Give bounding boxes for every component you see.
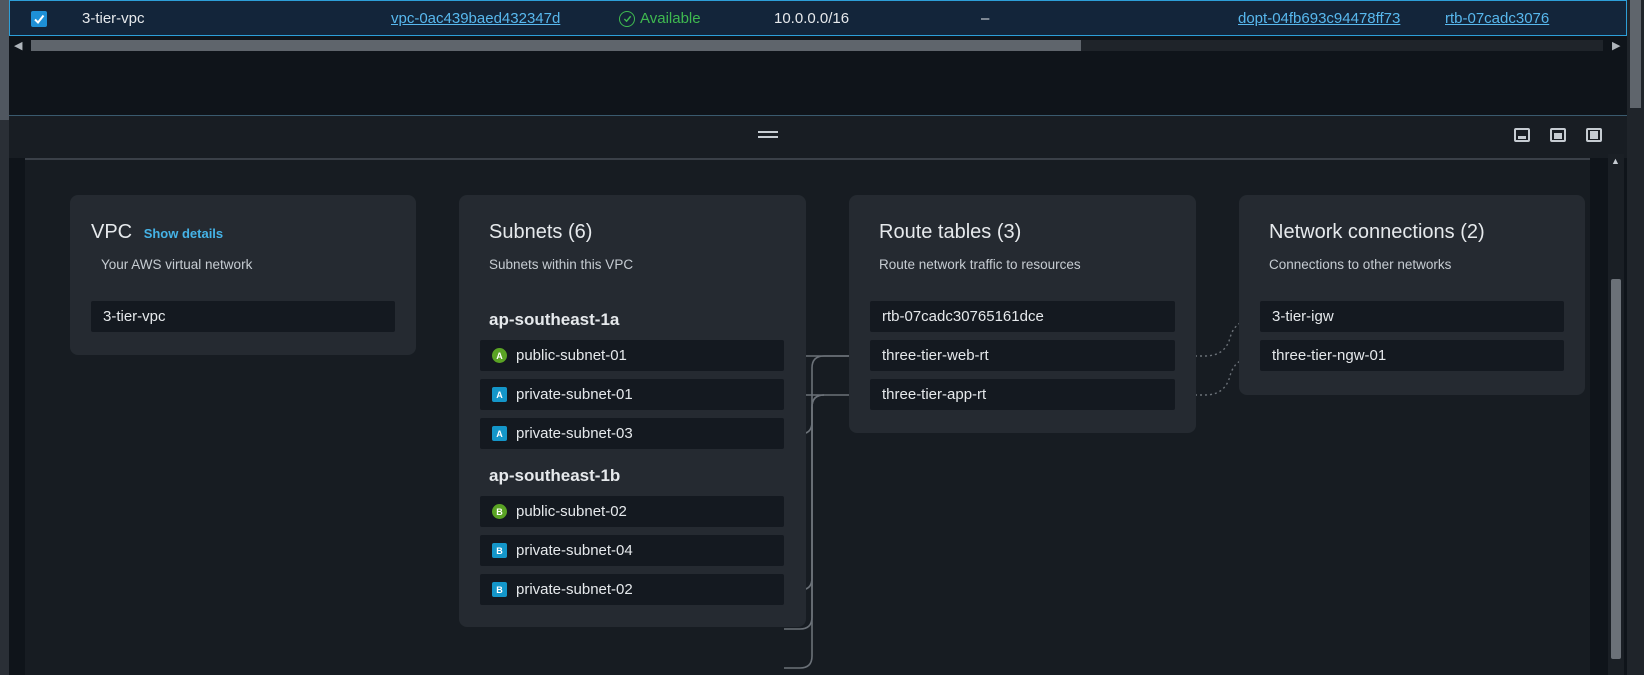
panel-split-icon[interactable] xyxy=(1550,128,1566,142)
panel-minimize-icon[interactable] xyxy=(1514,128,1530,142)
scroll-right-icon[interactable]: ▶ xyxy=(1612,39,1620,52)
zone-title: ap-southeast-1b xyxy=(489,466,621,485)
subnet-item-private-subnet-04[interactable]: B private-subnet-04 xyxy=(480,535,784,566)
vpc-card-subtitle: Your AWS virtual network xyxy=(101,257,253,272)
subnet-name: public-subnet-01 xyxy=(516,347,627,364)
right-scrollbar-thumb[interactable] xyxy=(1630,0,1641,108)
vpc-card-title: VPC Show details xyxy=(91,221,223,244)
vpc-id-link[interactable]: vpc-0ac439baed432347d xyxy=(391,10,560,27)
route-tables-card-subtitle: Route network traffic to resources xyxy=(879,257,1081,272)
subnet-item-private-subnet-03[interactable]: A private-subnet-03 xyxy=(480,418,784,449)
subnet-item-private-subnet-02[interactable]: B private-subnet-02 xyxy=(480,574,784,605)
table-row[interactable]: 3-tier-vpc vpc-0ac439baed432347d Availab… xyxy=(9,0,1627,36)
subnet-name: public-subnet-02 xyxy=(516,503,627,520)
scroll-up-icon[interactable]: ▲ xyxy=(1611,156,1620,166)
route-table-item[interactable]: rtb-07cadc30765161dce xyxy=(870,301,1175,332)
network-connections-card-title: Network connections (2) xyxy=(1269,221,1485,243)
vpc-console: 3-tier-vpc vpc-0ac439baed432347d Availab… xyxy=(0,0,1644,675)
available-check-icon xyxy=(619,10,635,27)
route-table-link[interactable]: rtb-07cadc3076 xyxy=(1445,10,1549,27)
subnet-item-public-subnet-01[interactable]: A public-subnet-01 xyxy=(480,340,784,371)
map-scroll-thumb[interactable] xyxy=(1611,279,1621,659)
cidr-cell: 10.0.0.0/16 xyxy=(774,10,850,27)
ipv6-cell: – xyxy=(981,10,990,27)
vpc-name-cell: 3-tier-vpc xyxy=(82,10,145,27)
vpc-card: VPC Show details Your AWS virtual networ… xyxy=(70,195,416,355)
network-connections-card-subtitle: Connections to other networks xyxy=(1269,257,1452,272)
subnet-name: private-subnet-04 xyxy=(516,542,633,559)
right-scrollbar[interactable] xyxy=(1627,0,1644,675)
horizontal-scrollbar[interactable]: ◀ ▶ xyxy=(9,37,1627,54)
state-label: Available xyxy=(640,10,701,27)
private-subnet-badge-icon: A xyxy=(492,426,507,441)
drag-handle-icon[interactable] xyxy=(758,131,778,138)
subnets-card-title: Subnets (6) xyxy=(489,221,593,243)
route-table-item[interactable]: three-tier-web-rt xyxy=(870,340,1175,371)
network-connection-item[interactable]: 3-tier-igw xyxy=(1260,301,1564,332)
subnet-item-public-subnet-02[interactable]: B public-subnet-02 xyxy=(480,496,784,527)
private-subnet-badge-icon: B xyxy=(492,543,507,558)
subnets-card-subtitle: Subnets within this VPC xyxy=(489,257,634,272)
private-subnet-badge-icon: A xyxy=(492,387,507,402)
subnets-card: Subnets (6) Subnets within this VPC ap-s… xyxy=(459,195,806,627)
panel-maximize-icon[interactable] xyxy=(1586,128,1602,142)
vpc-item[interactable]: 3-tier-vpc xyxy=(91,301,395,332)
vpc-card-title-text: VPC xyxy=(91,221,133,243)
checkmark-icon xyxy=(34,14,45,25)
network-connection-item[interactable]: three-tier-ngw-01 xyxy=(1260,340,1564,371)
scroll-thumb[interactable] xyxy=(31,40,1081,51)
subnet-name: private-subnet-02 xyxy=(516,581,633,598)
resource-map: VPC Show details Your AWS virtual networ… xyxy=(25,158,1590,675)
route-tables-card: Route tables (3) Route network traffic t… xyxy=(849,195,1196,433)
details-panel-header xyxy=(9,116,1627,158)
network-connections-card: Network connections (2) Connections to o… xyxy=(1239,195,1585,395)
route-table-item[interactable]: three-tier-app-rt xyxy=(870,379,1175,410)
dhcp-options-link[interactable]: dopt-04fb693c94478ff73 xyxy=(1238,10,1400,27)
route-tables-card-title: Route tables (3) xyxy=(879,221,1022,243)
public-subnet-badge-icon: B xyxy=(492,504,507,519)
zone-title: ap-southeast-1a xyxy=(489,310,620,329)
show-details-link[interactable]: Show details xyxy=(144,226,223,241)
state-cell: Available xyxy=(619,10,701,27)
row-checkbox[interactable] xyxy=(31,11,47,27)
public-subnet-badge-icon: A xyxy=(492,348,507,363)
left-scrollbar-thumb[interactable] xyxy=(0,0,9,120)
private-subnet-badge-icon: B xyxy=(492,582,507,597)
subnet-name: private-subnet-01 xyxy=(516,386,633,403)
map-vertical-scrollbar[interactable]: ▲ xyxy=(1608,154,1624,675)
scroll-left-icon[interactable]: ◀ xyxy=(14,39,22,52)
left-scrollbar[interactable] xyxy=(0,0,9,675)
subnet-name: private-subnet-03 xyxy=(516,425,633,442)
subnet-item-private-subnet-01[interactable]: A private-subnet-01 xyxy=(480,379,784,410)
map-top-border xyxy=(25,158,1590,160)
